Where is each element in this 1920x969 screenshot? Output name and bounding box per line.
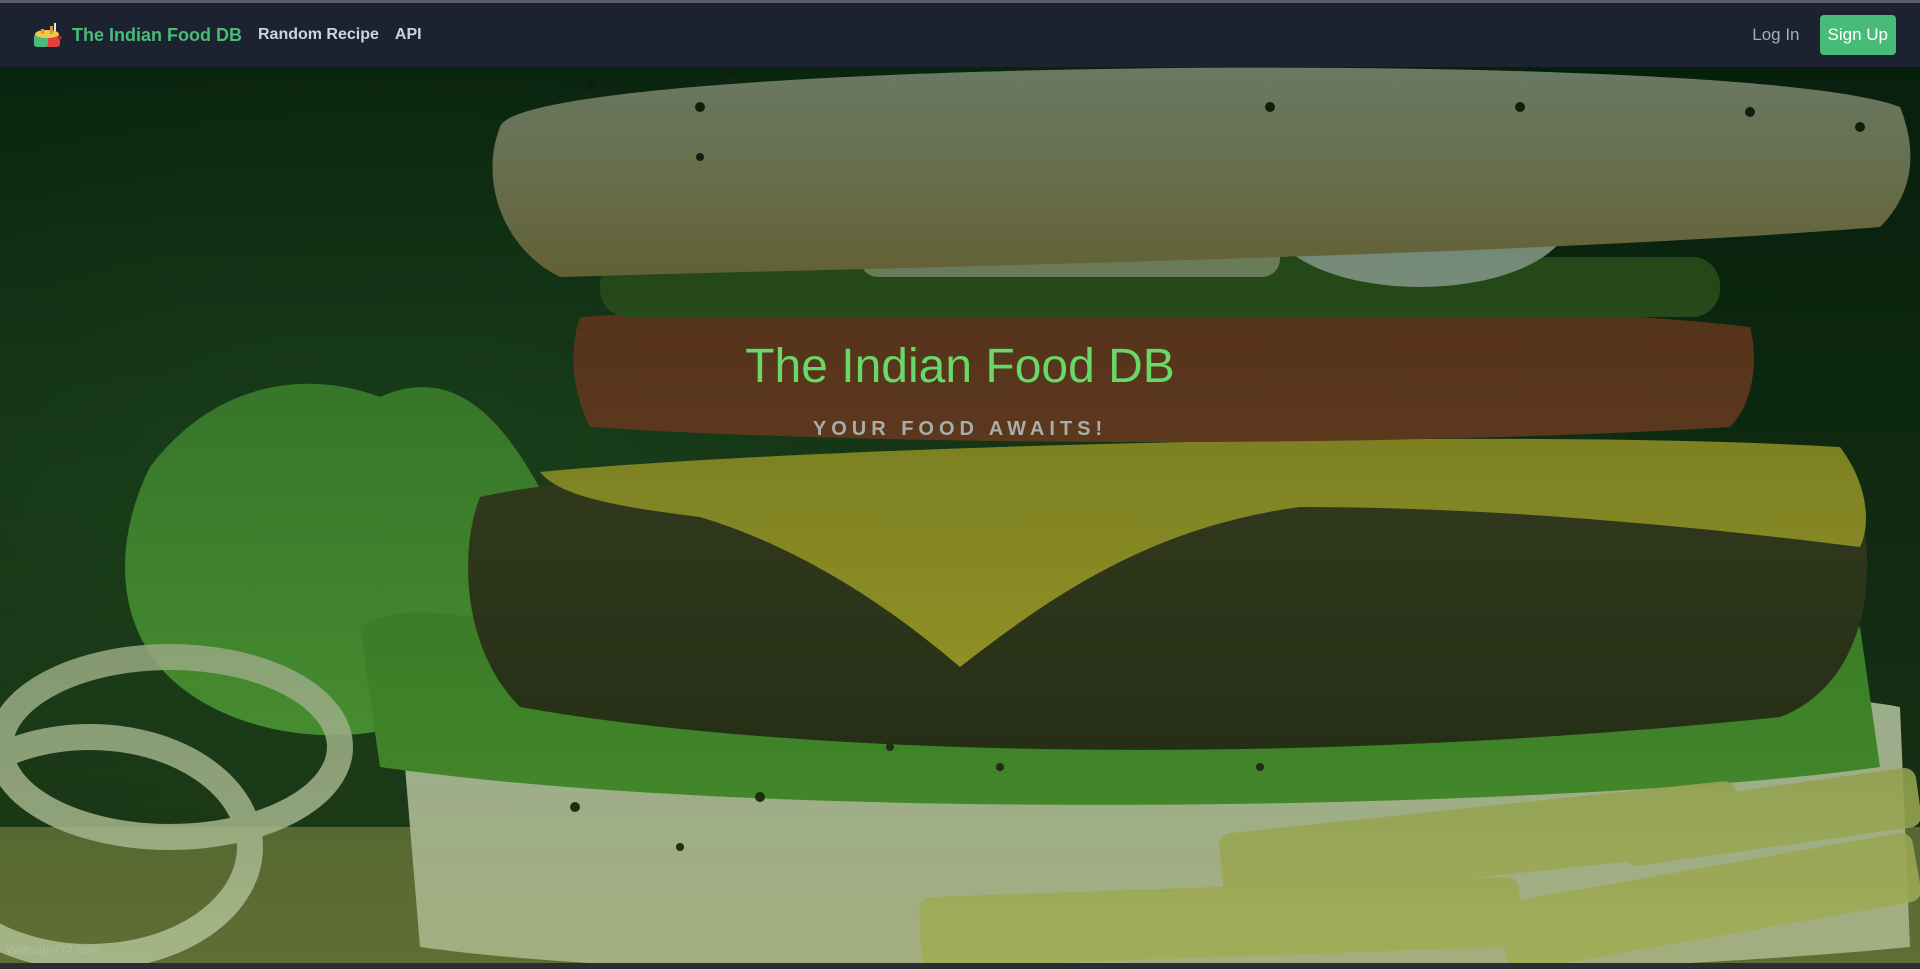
hero-section: The Indian Food DB YOUR FOOD AWAITS! Wal… — [0, 67, 1920, 963]
signup-button[interactable]: Sign Up — [1819, 15, 1896, 55]
brand-name: The Indian Food DB — [72, 24, 242, 45]
food-pot-icon — [34, 23, 62, 47]
nav-right-group: Log In Sign Up — [1752, 15, 1896, 55]
brand-link[interactable]: The Indian Food DB — [32, 20, 242, 50]
nav-left-group: The Indian Food DB Random Recipe API — [32, 20, 422, 50]
nav-link-api[interactable]: API — [395, 26, 422, 44]
window-bottom-border — [0, 963, 1920, 969]
hero-green-overlay — [0, 67, 1920, 963]
hero-text-block: The Indian Food DB YOUR FOOD AWAITS! — [0, 339, 1920, 441]
hero-title: The Indian Food DB — [745, 340, 1175, 393]
image-watermark: Wallpaper77.com — [6, 943, 99, 957]
top-navbar: The Indian Food DB Random Recipe API Log… — [0, 3, 1920, 67]
login-link[interactable]: Log In — [1752, 25, 1799, 45]
nav-link-random-recipe[interactable]: Random Recipe — [258, 26, 379, 44]
hero-subtitle: YOUR FOOD AWAITS! — [812, 418, 1108, 440]
